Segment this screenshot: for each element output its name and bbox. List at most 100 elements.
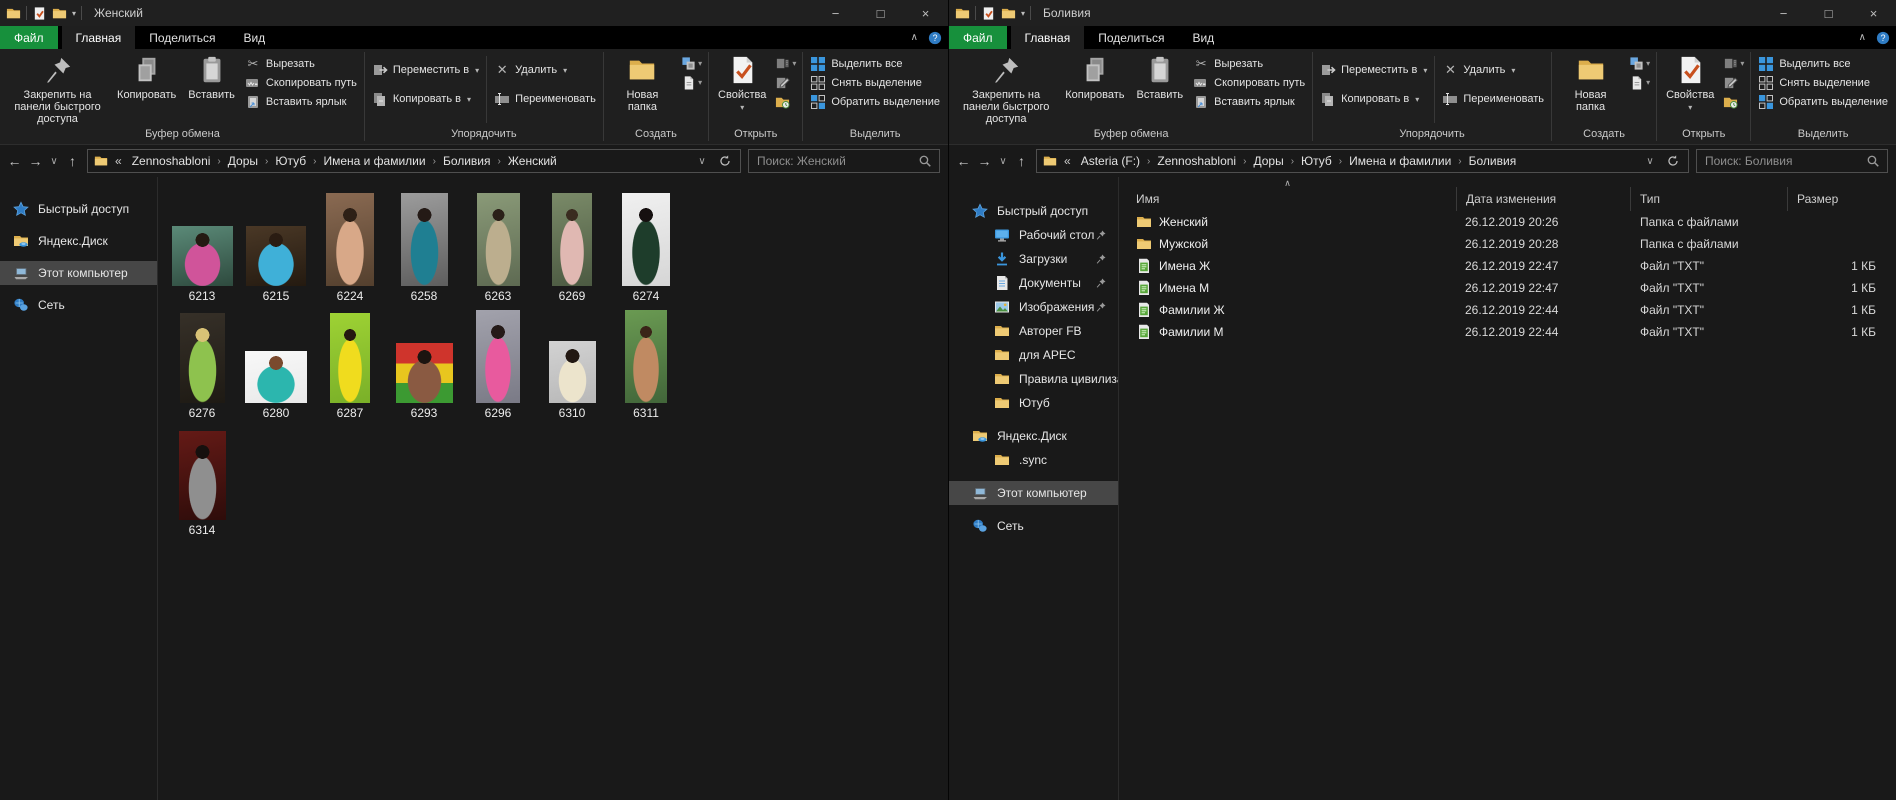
breadcrumb-item[interactable]: Ютуб: [268, 154, 313, 168]
forward-button[interactable]: →: [974, 153, 995, 169]
select-none-button[interactable]: Снять выделение: [1758, 74, 1888, 92]
qat-check-icon[interactable]: [981, 6, 996, 21]
tab-главная[interactable]: Главная: [1011, 26, 1085, 49]
help-icon[interactable]: ?: [928, 31, 942, 45]
tab-поделиться[interactable]: Поделиться: [135, 26, 229, 49]
collapse-ribbon-icon[interactable]: ∧: [911, 32, 918, 43]
breadcrumb-item[interactable]: Боливия: [436, 154, 498, 168]
file-thumbnail[interactable]: 6274: [609, 189, 683, 306]
qat-dropdown-caret[interactable]: ▾: [1021, 9, 1025, 18]
copy-to-button[interactable]: Копировать в▾: [372, 90, 479, 108]
new-folder-button[interactable]: Новая папка: [1555, 52, 1626, 113]
search-input[interactable]: [1697, 154, 1866, 168]
new-item-button[interactable]: ▾: [1629, 75, 1650, 90]
breadcrumb-overflow-icon[interactable]: «: [1061, 154, 1074, 168]
file-row[interactable]: Имена Ж26.12.2019 22:47Файл "TXT"1 КБ: [1119, 255, 1896, 277]
tab-файл[interactable]: Файл: [0, 26, 58, 49]
copy-button[interactable]: Копировать: [1059, 52, 1130, 101]
tab-поделиться[interactable]: Поделиться: [1084, 26, 1178, 49]
open-media-button[interactable]: ▾: [1723, 56, 1744, 71]
qat-folder-icon[interactable]: [52, 6, 67, 21]
cut-button[interactable]: ✂Вырезать: [1193, 55, 1305, 73]
copy-button[interactable]: Копировать: [111, 52, 182, 101]
new-item-button[interactable]: ▾: [681, 75, 702, 90]
file-thumbnail[interactable]: 6263: [461, 189, 535, 306]
maximize-button[interactable]: □: [1806, 0, 1851, 26]
close-button[interactable]: ×: [1851, 0, 1896, 26]
edit-button[interactable]: [775, 75, 796, 90]
breadcrumb-item[interactable]: Zennoshabloni: [125, 154, 218, 168]
search-input[interactable]: [749, 154, 918, 168]
tab-файл[interactable]: Файл: [949, 26, 1007, 49]
breadcrumb-item[interactable]: Имена и фамилии: [316, 154, 432, 168]
pin-button[interactable]: Закрепить на панели быстрого доступа: [4, 52, 111, 125]
breadcrumb-item[interactable]: Доры: [1246, 154, 1290, 168]
cut-button[interactable]: ✂Вырезать: [245, 55, 357, 73]
breadcrumb-item[interactable]: Ютуб: [1294, 154, 1339, 168]
file-thumbnail[interactable]: 6310: [535, 306, 609, 423]
refresh-icon[interactable]: [1666, 154, 1680, 168]
search-icon[interactable]: [1866, 154, 1880, 168]
file-thumbnail[interactable]: 6213: [165, 189, 239, 306]
breadcrumb-item[interactable]: Женский: [501, 154, 564, 168]
sidebar-item-рабочий-стол[interactable]: Рабочий стол: [949, 223, 1118, 247]
address-dropdown-icon[interactable]: ∨: [694, 156, 710, 167]
column-header-date[interactable]: Дата изменения: [1456, 187, 1631, 211]
file-thumbnail[interactable]: 6311: [609, 306, 683, 423]
file-row[interactable]: Женский26.12.2019 20:26Папка с файлами: [1119, 211, 1896, 233]
select-all-button[interactable]: Выделить все: [1758, 55, 1888, 73]
column-header-size[interactable]: Размер: [1788, 187, 1888, 211]
paste-button[interactable]: Вставить: [182, 52, 241, 101]
minimize-button[interactable]: −: [813, 0, 858, 26]
tab-вид[interactable]: Вид: [229, 26, 279, 49]
qat-check-icon[interactable]: [32, 6, 47, 21]
history-button[interactable]: [775, 94, 796, 109]
file-thumbnail[interactable]: 6269: [535, 189, 609, 306]
history-button[interactable]: [1723, 94, 1744, 109]
invert-selection-button[interactable]: Обратить выделение: [810, 93, 940, 111]
qat-folder-icon[interactable]: [6, 6, 21, 21]
open-media-button[interactable]: ▾: [775, 56, 796, 71]
easy-access-button[interactable]: ▾: [1629, 56, 1650, 71]
help-icon[interactable]: ?: [1876, 31, 1890, 45]
up-button[interactable]: ↑: [1011, 153, 1032, 169]
sidebar-item-авторег-fb[interactable]: Авторег FB: [949, 319, 1118, 343]
file-thumbnail[interactable]: 6224: [313, 189, 387, 306]
close-button[interactable]: ×: [903, 0, 948, 26]
sidebar-item-правила-цивилизаци[interactable]: Правила цивилизаци: [949, 367, 1118, 391]
qat-dropdown-caret[interactable]: ▾: [72, 9, 76, 18]
minimize-button[interactable]: −: [1761, 0, 1806, 26]
breadcrumb-item[interactable]: Asteria (F:): [1074, 154, 1147, 168]
file-thumbnail[interactable]: 6287: [313, 306, 387, 423]
sidebar-item-этот-компьютер[interactable]: Этот компьютер: [0, 261, 157, 285]
file-thumbnail[interactable]: 6215: [239, 189, 313, 306]
breadcrumb-overflow-icon[interactable]: «: [112, 154, 125, 168]
invert-selection-button[interactable]: Обратить выделение: [1758, 93, 1888, 111]
sidebar-item--sync[interactable]: .sync: [949, 448, 1118, 472]
back-button[interactable]: ←: [4, 153, 25, 169]
copy-path-button[interactable]: Скопировать путь: [1193, 74, 1305, 92]
sidebar-item-яндекс-диск[interactable]: Яндекс.Диск: [949, 424, 1118, 448]
paste-shortcut-button[interactable]: Вставить ярлык: [245, 93, 357, 111]
sidebar-item-быстрый-доступ[interactable]: Быстрый доступ: [0, 197, 157, 221]
sidebar-item-сеть[interactable]: Сеть: [949, 514, 1118, 538]
recent-locations-button[interactable]: ∨: [995, 156, 1011, 167]
delete-button[interactable]: ✕Удалить▾: [1442, 61, 1544, 79]
address-box[interactable]: «Asteria (F:)›Zennoshabloni›Доры›Ютуб›Им…: [1036, 149, 1689, 173]
file-thumbnail[interactable]: 6314: [165, 423, 239, 540]
rename-button[interactable]: Переименовать: [494, 90, 596, 108]
file-thumbnail[interactable]: 6293: [387, 306, 461, 423]
qat-folder-icon[interactable]: [1001, 6, 1016, 21]
address-box[interactable]: «Zennoshabloni›Доры›Ютуб›Имена и фамилии…: [87, 149, 741, 173]
easy-access-button[interactable]: ▾: [681, 56, 702, 71]
select-all-button[interactable]: Выделить все: [810, 55, 940, 73]
file-row[interactable]: Мужской26.12.2019 20:28Папка с файлами: [1119, 233, 1896, 255]
breadcrumb-item[interactable]: Доры: [221, 154, 265, 168]
new-folder-button[interactable]: Новая папка: [607, 52, 678, 113]
breadcrumb-item[interactable]: Имена и фамилии: [1342, 154, 1458, 168]
file-thumbnail[interactable]: 6296: [461, 306, 535, 423]
file-thumbnail[interactable]: 6276: [165, 306, 239, 423]
file-row[interactable]: Фамилии Ж26.12.2019 22:44Файл "TXT"1 КБ: [1119, 299, 1896, 321]
file-thumbnail[interactable]: 6258: [387, 189, 461, 306]
properties-button[interactable]: Свойства▾: [1660, 52, 1720, 114]
